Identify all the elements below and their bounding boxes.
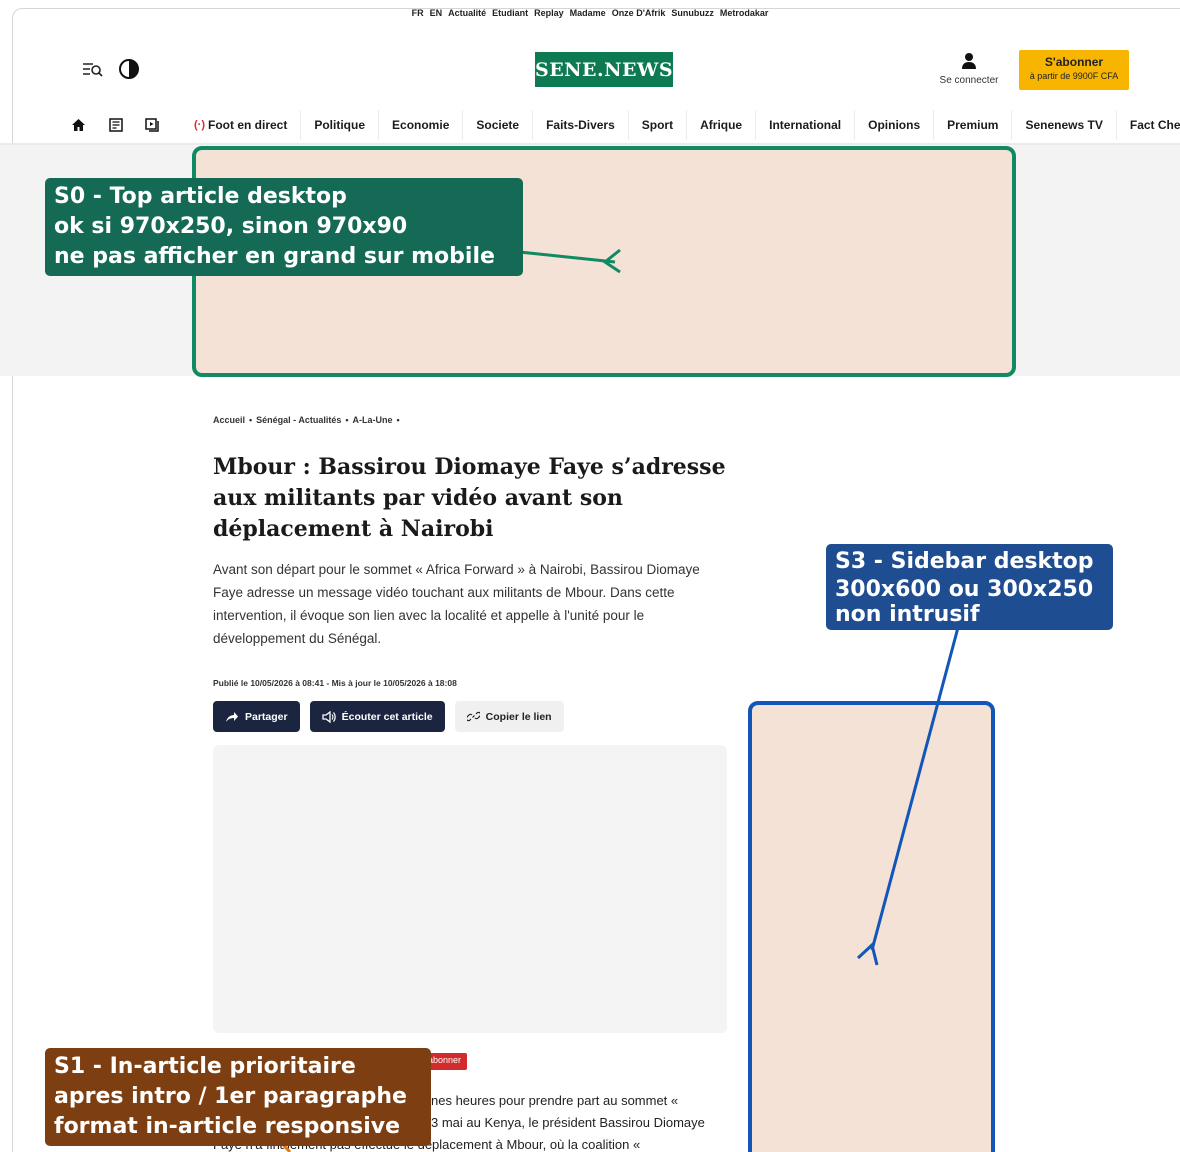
nav-item[interactable]: Afrique <box>687 110 757 140</box>
share-icon <box>226 711 238 722</box>
annotation-label-s1: S1 - In-article prioritaire apres intro … <box>45 1048 431 1146</box>
link-icon <box>466 711 480 722</box>
nav-item[interactable]: International <box>756 110 856 140</box>
lang-link[interactable]: Actualité <box>448 8 486 18</box>
lang-link[interactable]: Etudiant <box>492 8 528 18</box>
breadcrumb-link[interactable]: Sénégal - Actualités <box>256 415 341 425</box>
video-player-placeholder[interactable] <box>213 745 727 1033</box>
login-link[interactable]: Se connecter <box>936 52 1002 86</box>
lang-link[interactable]: Replay <box>534 8 564 18</box>
annotation-line: non intrusif <box>835 602 980 627</box>
annotation-label-s3: S3 - Sidebar desktop 300x600 ou 300x250 … <box>826 544 1113 630</box>
lang-link[interactable]: FR <box>412 8 424 18</box>
subscribe-subtitle: à partir de 9900F CFA <box>1029 71 1119 81</box>
share-label: Partager <box>245 710 288 723</box>
annotation-line: 300x600 ou 300x250 <box>835 577 1094 602</box>
breadcrumb-separator: • <box>249 415 253 425</box>
site-logo[interactable]: SENE.NEWS <box>535 52 673 87</box>
lang-link[interactable]: Sunubuzz <box>671 8 714 18</box>
annotation-line: S0 - Top article desktop <box>54 184 347 209</box>
annotation-line: apres intro / 1er paragraphe <box>54 1084 407 1109</box>
breadcrumb-separator: • <box>345 415 349 425</box>
breadcrumb-link[interactable]: A-La-Une <box>353 415 393 425</box>
article-meta: Publié le 10/05/2026 à 08:41 - Mis à jou… <box>213 678 457 688</box>
lang-link[interactable]: EN <box>430 8 443 18</box>
annotation-line: ok si 970x250, sinon 970x90 <box>54 214 408 239</box>
copy-link-label: Copier le lien <box>485 710 552 723</box>
nav-item[interactable]: Sport <box>629 110 688 140</box>
speaker-icon <box>321 710 336 723</box>
nav-item[interactable]: Economie <box>379 110 464 140</box>
user-icon <box>962 53 976 69</box>
subscribe-button[interactable]: S'abonner à partir de 9900F CFA <box>1019 50 1129 90</box>
nav-item[interactable]: Societe <box>463 110 534 140</box>
lang-link[interactable]: Madame <box>570 8 606 18</box>
nav-item[interactable]: Opinions <box>855 110 935 140</box>
nav-item[interactable]: Politique <box>301 110 380 140</box>
nav-item[interactable]: Premium <box>934 110 1013 140</box>
nav-item[interactable]: Senenews TV <box>1012 110 1117 140</box>
nav-live-label: Foot en direct <box>208 118 288 132</box>
nav-item[interactable]: Fact Checking <box>1117 110 1180 140</box>
article-title: Mbour : Bassirou Diomaye Faye s’adresse … <box>213 454 726 542</box>
login-label: Se connecter <box>939 75 999 86</box>
home-icon[interactable] <box>60 110 97 140</box>
live-icon: (·) <box>194 119 205 131</box>
article-intro: Avant son départ pour le sommet « Africa… <box>213 562 700 646</box>
copy-link-button[interactable]: Copier le lien <box>454 701 564 732</box>
breadcrumb-link[interactable]: Accueil <box>213 415 245 425</box>
annotation-label-s0: S0 - Top article desktop ok si 970x250, … <box>45 178 523 276</box>
language-bar: FR EN Actualité Etudiant Replay Madame Onze D'… <box>0 8 1180 18</box>
nav-item-foot-live[interactable]: (·) Foot en direct <box>171 110 302 140</box>
breadcrumb-separator: • <box>396 415 400 425</box>
annotation-line: S1 - In-article prioritaire <box>54 1054 356 1079</box>
subscribe-tag-label: abonner <box>428 1055 462 1065</box>
lang-link[interactable]: Metrodakar <box>720 8 769 18</box>
main-nav: (·) Foot en direct Politique Economie Soci… <box>60 110 1180 140</box>
annotation-line: S3 - Sidebar desktop <box>835 549 1094 574</box>
article-actions: Partager Écouter cet article Copier le l… <box>213 701 564 732</box>
breadcrumb: Accueil • Sénégal - Actualités • A-La-Une • <box>213 415 404 425</box>
subscribe-title: S'abonner <box>1044 55 1104 69</box>
listen-button[interactable]: Écouter cet article <box>309 701 445 732</box>
annotation-line: ne pas afficher en grand sur mobile <box>54 244 495 269</box>
annotation-line: format in-article responsive <box>54 1114 401 1139</box>
lang-link[interactable]: Onze D'Afrik <box>612 8 666 18</box>
ad-slot-s3 <box>748 701 995 1152</box>
newspaper-icon[interactable] <box>97 110 134 140</box>
nav-item[interactable]: Faits-Divers <box>533 110 629 140</box>
listen-label: Écouter cet article <box>341 710 433 723</box>
contrast-toggle-icon[interactable] <box>118 58 140 85</box>
share-button[interactable]: Partager <box>213 701 300 732</box>
video-icon[interactable] <box>134 110 171 140</box>
header-tools <box>82 58 140 85</box>
search-menu-icon[interactable] <box>82 61 104 82</box>
